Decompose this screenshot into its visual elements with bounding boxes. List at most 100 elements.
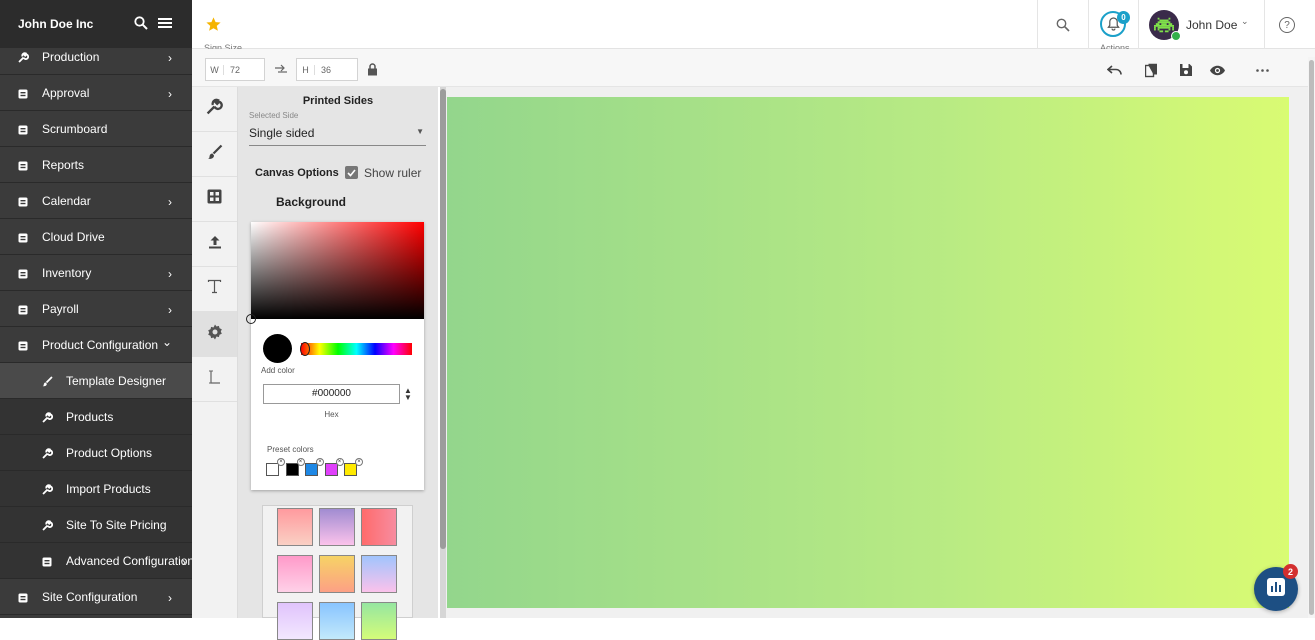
- rail-brush[interactable]: [192, 132, 237, 177]
- canvas-scrollbar[interactable]: [1308, 57, 1315, 618]
- rail-upload[interactable]: [192, 222, 237, 267]
- sidebar-item-cloud-drive[interactable]: Cloud Drive: [0, 219, 192, 255]
- sidebar-item-label: Product Options: [66, 445, 153, 460]
- gradient-swatch[interactable]: [361, 555, 397, 593]
- gradient-swatch[interactable]: [319, 602, 355, 640]
- preset-color-swatch[interactable]: ×: [266, 458, 285, 476]
- remove-preset-icon[interactable]: ×: [316, 458, 324, 466]
- undo-icon[interactable]: [1105, 61, 1123, 79]
- remove-preset-icon[interactable]: ×: [335, 458, 344, 466]
- sidebar-item-approval[interactable]: Approval ›: [0, 75, 192, 111]
- gradient-swatch[interactable]: [361, 602, 397, 640]
- text-icon: [207, 279, 222, 299]
- chevron-down-icon[interactable]: ⌄: [1241, 16, 1249, 27]
- sidebar-item-product-options[interactable]: Product Options: [0, 435, 192, 471]
- menu-icon[interactable]: [158, 16, 174, 32]
- sidebar-item-label: Scrumboard: [42, 121, 108, 136]
- rail-tools[interactable]: [192, 87, 237, 132]
- sidebar-item-label: Product Configuration: [42, 337, 159, 352]
- selected-side-select[interactable]: Single sided ▼: [249, 124, 426, 146]
- sidebar-item-inventory[interactable]: Inventory ›: [0, 255, 192, 291]
- show-ruler-label[interactable]: Show ruler: [364, 166, 421, 180]
- gradient-swatch[interactable]: [361, 508, 397, 546]
- saturation-area[interactable]: [251, 222, 424, 319]
- wrench-icon: [206, 98, 223, 120]
- sidebar-item-advanced-configuration[interactable]: Advanced Configuration ›: [0, 543, 194, 579]
- gradient-swatch[interactable]: [319, 508, 355, 546]
- reports-icon: [18, 160, 28, 170]
- height-prefix: H: [297, 64, 315, 75]
- preset-color-row: × × × × ×: [266, 458, 416, 476]
- sidebar-item-products[interactable]: Products: [0, 399, 192, 435]
- gear-icon: [207, 324, 223, 345]
- remove-preset-icon[interactable]: ×: [277, 458, 285, 466]
- rail-layout[interactable]: [192, 177, 237, 222]
- preset-color-swatch[interactable]: ×: [305, 458, 324, 476]
- search-icon[interactable]: [134, 16, 150, 32]
- remove-preset-icon[interactable]: ×: [355, 458, 363, 466]
- gradient-presets: [262, 505, 413, 640]
- copy-icon[interactable]: [1142, 61, 1160, 79]
- hue-handle[interactable]: [300, 342, 310, 356]
- rail-settings[interactable]: [192, 312, 237, 357]
- star-icon[interactable]: [204, 15, 222, 33]
- chevron-right-icon: ›: [182, 555, 186, 569]
- sidebar-item-template-designer[interactable]: Template Designer: [0, 363, 192, 399]
- sidebar-item-product-configuration[interactable]: Product Configuration ⌄: [0, 327, 192, 363]
- gradient-swatch[interactable]: [319, 555, 355, 593]
- swap-dimensions-icon[interactable]: [273, 62, 289, 78]
- rail-layers[interactable]: [192, 357, 237, 402]
- height-field[interactable]: H 36: [296, 58, 358, 81]
- sidebar-item-import-products[interactable]: Import Products: [0, 471, 192, 507]
- rail-text[interactable]: [192, 267, 237, 312]
- preview-eye-icon[interactable]: [1207, 61, 1227, 79]
- lock-icon[interactable]: [365, 62, 379, 77]
- brush-icon: [207, 144, 223, 165]
- sign-size-label: Sign Size: [204, 43, 243, 49]
- design-canvas[interactable]: [447, 97, 1287, 608]
- sidebar-item-scrumboard[interactable]: Scrumboard: [0, 111, 192, 147]
- gradient-swatch[interactable]: [277, 555, 313, 593]
- tool-rail: [192, 87, 238, 618]
- preset-color-swatch[interactable]: ×: [324, 458, 344, 476]
- remove-preset-icon[interactable]: ×: [296, 458, 305, 466]
- sidebar-item-calendar[interactable]: Calendar ›: [0, 183, 192, 219]
- help-icon[interactable]: ?: [1279, 17, 1295, 33]
- wrench-icon: [42, 483, 53, 495]
- saturation-handle[interactable]: [246, 314, 256, 324]
- preset-color-swatch[interactable]: ×: [344, 458, 363, 476]
- sidebar-item-reports[interactable]: Reports: [0, 147, 192, 183]
- preset-color-swatch[interactable]: ×: [285, 458, 305, 476]
- more-options-icon[interactable]: [1252, 61, 1272, 79]
- gradient-swatch[interactable]: [277, 508, 313, 546]
- sidebar-item-payroll[interactable]: Payroll ›: [0, 291, 192, 327]
- color-picker: Add color #000000 ▲ ▼ Hex Preset colors ×…: [246, 222, 424, 490]
- sidebar-item-label: Template Designer: [66, 373, 167, 388]
- inventory-icon: [18, 268, 28, 278]
- hex-input[interactable]: #000000: [263, 384, 400, 404]
- width-field[interactable]: W 72: [205, 58, 265, 81]
- user-name[interactable]: John Doe: [1186, 18, 1237, 32]
- company-name: John Doe Inc: [18, 17, 94, 31]
- sidebar-item-label: Production: [42, 49, 100, 64]
- wrench-icon: [18, 51, 29, 63]
- global-search-icon[interactable]: [1054, 16, 1072, 34]
- save-icon[interactable]: [1177, 61, 1195, 79]
- canvas-options-label: Canvas Options: [255, 167, 339, 179]
- sidebar-item-site-configuration[interactable]: Site Configuration ›: [0, 579, 192, 615]
- sidebar-item-site-to-site-pricing[interactable]: Site To Site Pricing: [0, 507, 192, 543]
- chevron-right-icon: ›: [168, 87, 172, 101]
- hex-mode-toggle-icon[interactable]: ▲ ▼: [404, 387, 412, 402]
- sidebar-item-label: Site To Site Pricing: [66, 517, 167, 532]
- show-ruler-checkbox[interactable]: [345, 166, 358, 179]
- advanced-config-icon: [42, 556, 52, 566]
- sidebar-item-label: Payroll: [42, 301, 79, 316]
- chevron-right-icon: ›: [168, 51, 172, 65]
- background-title: Background: [276, 195, 347, 209]
- add-color-label[interactable]: Add color: [261, 366, 295, 375]
- sidebar-item-production[interactable]: Production ›: [0, 39, 192, 75]
- wrench-icon: [42, 411, 53, 423]
- gradient-swatch[interactable]: [277, 602, 313, 640]
- hue-slider[interactable]: [301, 343, 412, 355]
- height-value: 36: [321, 64, 332, 75]
